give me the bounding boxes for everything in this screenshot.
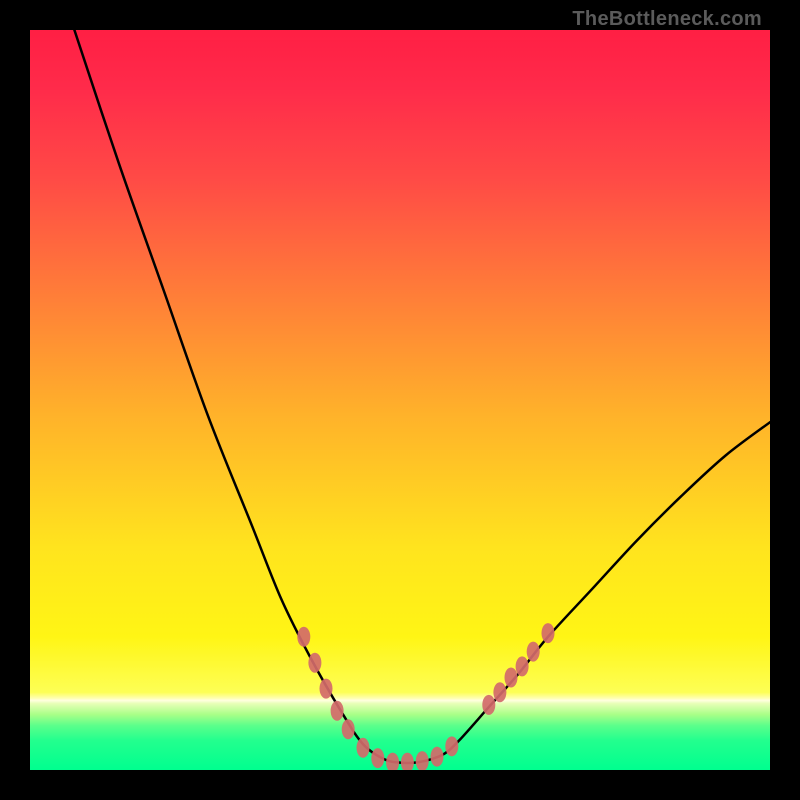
highlight-marker xyxy=(297,627,310,647)
highlight-marker xyxy=(527,642,540,662)
highlight-marker xyxy=(320,679,333,699)
highlight-marker xyxy=(505,668,518,688)
highlight-markers xyxy=(297,623,554,770)
highlight-marker xyxy=(493,682,506,702)
highlight-marker xyxy=(482,695,495,715)
highlight-marker xyxy=(431,747,444,767)
watermark-link[interactable]: TheBottleneck.com xyxy=(572,9,762,29)
highlight-marker xyxy=(386,753,399,770)
highlight-marker xyxy=(445,736,458,756)
highlight-marker xyxy=(401,753,414,770)
chart-svg xyxy=(30,30,770,770)
plot-area xyxy=(30,30,770,770)
bottleneck-curve xyxy=(74,30,770,763)
highlight-marker xyxy=(331,701,344,721)
highlight-marker xyxy=(308,653,321,673)
highlight-marker xyxy=(342,719,355,739)
highlight-marker xyxy=(516,656,529,676)
highlight-marker xyxy=(542,623,555,643)
highlight-marker xyxy=(416,751,429,770)
highlight-marker xyxy=(371,748,384,768)
watermark-text: TheBottleneck.com xyxy=(572,8,762,30)
highlight-marker xyxy=(357,738,370,758)
outer-frame: TheBottleneck.com xyxy=(0,0,800,800)
